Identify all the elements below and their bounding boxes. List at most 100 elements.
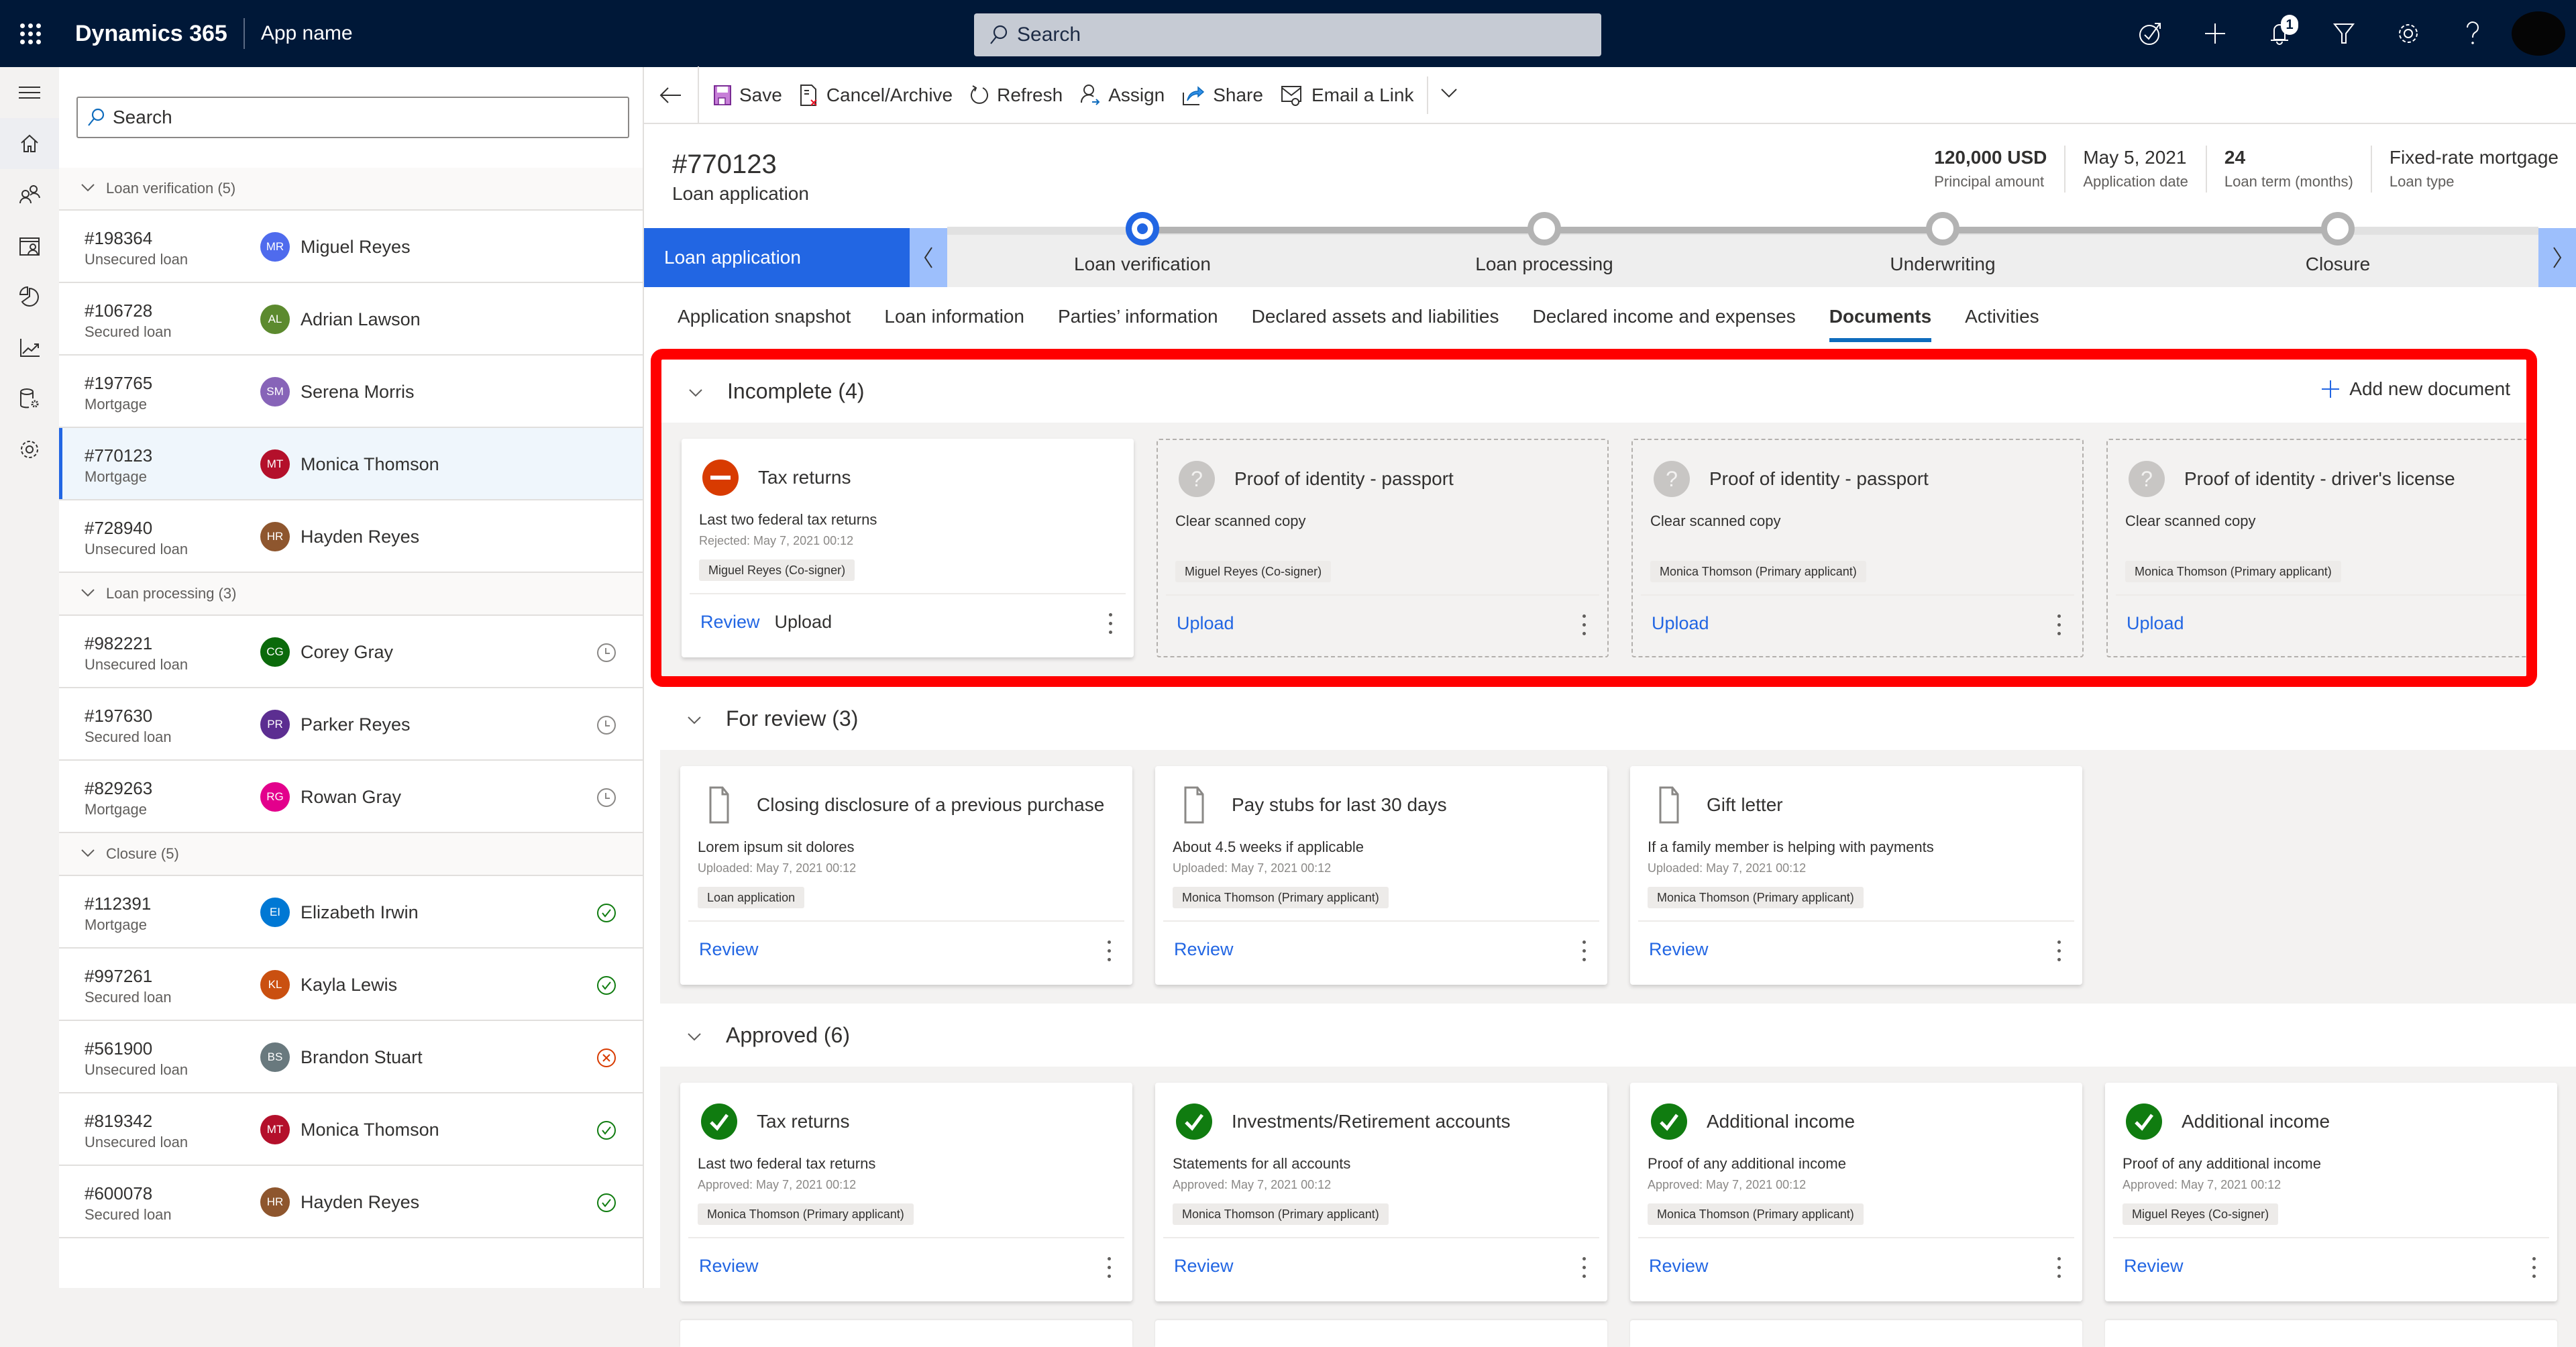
more-options-icon[interactable] xyxy=(2055,1257,2062,1281)
document-card[interactable]: Additional income Proof of any additional… xyxy=(2105,1083,2557,1301)
review-button[interactable]: Review xyxy=(1174,939,1234,960)
document-card[interactable]: ? Proof of identity - driver's license Cle… xyxy=(2106,439,2537,657)
task-button[interactable] xyxy=(2118,0,2183,67)
list-group-header[interactable]: Loan processing (3) xyxy=(59,573,643,616)
list-item[interactable]: #829263 Mortgage RG Rowan Gray xyxy=(59,761,643,833)
document-card[interactable]: Pay stubs for last 30 days About 4.5 week… xyxy=(1155,766,1607,985)
document-card[interactable]: Additional income Proof of any additional… xyxy=(1630,1083,2082,1301)
new-button[interactable] xyxy=(2183,0,2247,67)
assign-button[interactable]: Assign xyxy=(1080,66,1165,123)
rail-reports[interactable] xyxy=(0,322,59,373)
list-group-header[interactable]: Closure (5) xyxy=(59,833,643,876)
document-card[interactable]: Investments/Retirement accounts Statement… xyxy=(1155,1083,1607,1301)
more-options-icon[interactable] xyxy=(1580,940,1587,965)
list-group-header[interactable]: Loan verification (5) xyxy=(59,168,643,211)
bpf-stage[interactable]: Underwriting xyxy=(1842,212,2043,275)
save-button[interactable]: Save xyxy=(714,66,782,123)
review-button[interactable]: Review xyxy=(700,612,760,633)
list-item[interactable]: #600078 Secured loan HR Hayden Reyes xyxy=(59,1166,643,1238)
document-card[interactable]: ? Proof of identity - passport Clear scann… xyxy=(1631,439,2084,657)
list-item[interactable]: #997261 Secured loan KL Kayla Lewis xyxy=(59,949,643,1021)
email-link-button[interactable]: Email a Link xyxy=(1281,66,1413,123)
more-options-icon[interactable] xyxy=(1580,614,1587,639)
brand-name[interactable]: Dynamics 365 xyxy=(60,18,245,49)
more-options-icon[interactable] xyxy=(2055,940,2062,965)
global-search-input[interactable]: Search xyxy=(974,13,1601,56)
review-button[interactable]: Review xyxy=(2124,1256,2184,1277)
rail-data-settings[interactable] xyxy=(0,373,59,424)
document-card[interactable]: Gift letter If a family member is helping… xyxy=(1630,766,2082,985)
bpf-stage[interactable]: Closure xyxy=(2237,212,2438,275)
rail-home[interactable] xyxy=(0,118,59,169)
app-launcher-button[interactable] xyxy=(0,0,60,67)
more-options-icon[interactable] xyxy=(2530,614,2537,639)
app-name[interactable]: App name xyxy=(245,22,353,45)
section-header[interactable]: Approved (6) xyxy=(660,1004,2576,1067)
upload-button[interactable]: Upload xyxy=(1177,613,1234,634)
document-card[interactable] xyxy=(2105,1320,2557,1347)
tab-loan-information[interactable]: Loan information xyxy=(884,287,1024,346)
more-options-icon[interactable] xyxy=(1106,940,1112,965)
upload-button[interactable]: Upload xyxy=(1652,613,1709,634)
bpf-previous-button[interactable] xyxy=(910,228,947,287)
upload-button[interactable]: Upload xyxy=(2127,613,2184,634)
tab-declared-assets-and-liabilities[interactable]: Declared assets and liabilities xyxy=(1252,287,1499,346)
rail-hamburger-button[interactable] xyxy=(0,67,59,118)
list-item[interactable]: #112391 Mortgage EI Elizabeth Irwin xyxy=(59,876,643,949)
list-search-input[interactable]: Search xyxy=(76,97,629,138)
notifications-button[interactable]: 1 xyxy=(2247,0,2312,67)
list-item[interactable]: #197765 Mortgage SM Serena Morris xyxy=(59,356,643,428)
bpf-stage[interactable]: Loan verification xyxy=(1042,212,1243,275)
back-button[interactable] xyxy=(644,66,699,123)
document-card[interactable] xyxy=(1630,1320,2082,1347)
list-item[interactable]: #819342 Unsecured loan MT Monica Thomson xyxy=(59,1093,643,1166)
more-commands-button[interactable] xyxy=(1440,88,1458,102)
review-button[interactable]: Review xyxy=(1174,1256,1234,1277)
document-card[interactable] xyxy=(680,1320,1132,1347)
more-options-icon[interactable] xyxy=(1106,1257,1112,1281)
document-card[interactable]: ? Proof of identity - passport Clear scann… xyxy=(1157,439,1609,657)
document-card[interactable]: Tax returns Last two federal tax returns R… xyxy=(682,439,1134,657)
more-options-icon[interactable] xyxy=(1107,613,1114,637)
section-header[interactable]: For review (3) xyxy=(660,687,2576,750)
filter-button[interactable] xyxy=(2312,0,2376,67)
list-item[interactable]: #106728 Secured loan AL Adrian Lawson xyxy=(59,283,643,356)
bpf-stage[interactable]: Loan processing xyxy=(1444,212,1645,275)
rail-settings[interactable] xyxy=(0,424,59,475)
more-options-icon[interactable] xyxy=(2530,1257,2537,1281)
tab-activities[interactable]: Activities xyxy=(1965,287,2039,346)
tab-parties-information[interactable]: Parties’ information xyxy=(1058,287,1218,346)
share-button[interactable]: Share xyxy=(1182,66,1263,123)
rail-contacts[interactable] xyxy=(0,169,59,220)
more-options-icon[interactable] xyxy=(2055,614,2062,639)
review-button[interactable]: Review xyxy=(1649,1256,1709,1277)
document-card[interactable]: Closing disclosure of a previous purchas… xyxy=(680,766,1132,985)
refresh-button[interactable]: Refresh xyxy=(970,66,1063,123)
list-item[interactable]: #982221 Unsecured loan CG Corey Gray xyxy=(59,616,643,688)
list-item[interactable]: #197630 Secured loan PR Parker Reyes xyxy=(59,688,643,761)
bpf-current-process[interactable]: Loan application xyxy=(644,228,910,287)
tab-documents[interactable]: Documents xyxy=(1829,287,1932,346)
list-item[interactable]: #198364 Unsecured loan MR Miguel Reyes xyxy=(59,211,643,283)
document-card[interactable]: Tax returns Last two federal tax returns A… xyxy=(680,1083,1132,1301)
upload-button[interactable]: Upload xyxy=(775,612,833,633)
rail-calendar-people[interactable] xyxy=(0,220,59,271)
settings-button[interactable] xyxy=(2376,0,2440,67)
add-new-document-button[interactable]: Add new document xyxy=(2321,378,2510,400)
review-button[interactable]: Review xyxy=(699,1256,759,1277)
cancel-archive-button[interactable]: Cancel/Archive xyxy=(800,66,953,123)
document-card[interactable] xyxy=(1155,1320,1607,1347)
rail-dashboards[interactable] xyxy=(0,271,59,322)
tab-application-snapshot[interactable]: Application snapshot xyxy=(678,287,851,346)
section-header[interactable]: Incomplete (4) Add new document xyxy=(661,360,2526,423)
user-avatar[interactable] xyxy=(2512,11,2565,56)
bpf-next-button[interactable] xyxy=(2538,228,2576,287)
list-item[interactable]: #728940 Unsecured loan HR Hayden Reyes xyxy=(59,500,643,573)
review-button[interactable]: Review xyxy=(1649,939,1709,960)
review-button[interactable]: Review xyxy=(699,939,759,960)
list-item[interactable]: #770123 Mortgage MT Monica Thomson xyxy=(59,428,643,500)
list-item[interactable]: #561900 Unsecured loan BS Brandon Stuart xyxy=(59,1021,643,1093)
help-button[interactable] xyxy=(2440,0,2505,67)
more-options-icon[interactable] xyxy=(1580,1257,1587,1281)
tab-declared-income-and-expenses[interactable]: Declared income and expenses xyxy=(1532,287,1795,346)
